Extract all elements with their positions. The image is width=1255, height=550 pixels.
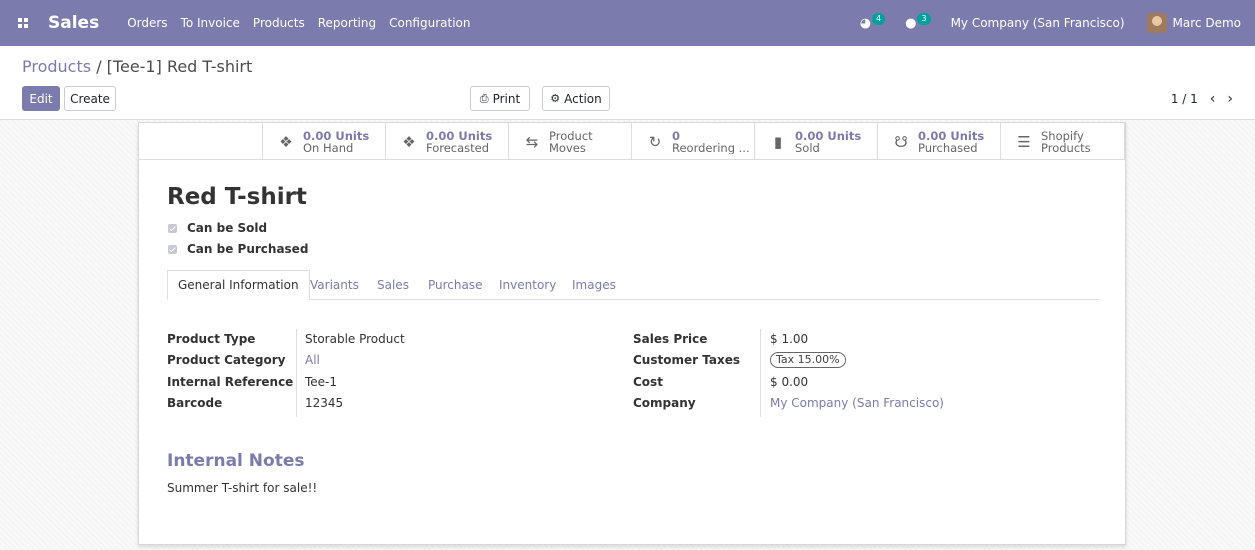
forecasted-value: 0.00 Units (426, 129, 493, 143)
pager-value[interactable]: 1 / 1 (1171, 92, 1198, 106)
activity-button[interactable]: ◕ 4 (859, 13, 886, 31)
tab-sales[interactable]: Sales (377, 270, 409, 300)
gear-icon: ⚙ (550, 92, 561, 105)
can-be-purchased-checkbox[interactable]: Can be Purchased (168, 242, 308, 256)
on-hand-label: On Hand (303, 140, 354, 154)
product-type-value[interactable]: Storable Product (305, 332, 405, 346)
can-be-sold-label: Can be Sold (187, 221, 268, 235)
smart-button-shopify-products[interactable]: ☰ Shopify Products (1000, 123, 1125, 160)
company-value[interactable]: My Company (San Francisco) (770, 396, 944, 410)
product-category-label: Product Category (167, 353, 286, 367)
user-name: Marc Demo (1172, 16, 1241, 30)
tab-inventory[interactable]: Inventory (499, 270, 556, 300)
breadcrumb-separator: / (96, 57, 102, 76)
forecasted-label: Forecasted (426, 140, 490, 154)
can-be-sold-checkbox[interactable]: Can be Sold (168, 221, 267, 235)
menu-orders[interactable]: Orders (127, 16, 167, 30)
smart-button-reordering[interactable]: ↻ 0 Reordering ... (631, 123, 754, 160)
customer-taxes-field[interactable]: Tax 15.00% (770, 352, 846, 368)
print-icon: ⎙ (479, 91, 489, 105)
sold-value: 0.00 Units (795, 129, 862, 143)
cart-icon: ☋ (894, 132, 908, 151)
product-type-label: Product Type (167, 332, 256, 346)
menu-products[interactable]: Products (253, 16, 305, 30)
apps-menu-icon[interactable] (0, 0, 46, 46)
breadcrumb: Products / [Tee-1] Red T-shirt (22, 57, 252, 76)
tab-images[interactable]: Images (572, 270, 616, 300)
tab-variants[interactable]: Variants (310, 270, 359, 300)
checkbox-checked-icon[interactable] (168, 244, 177, 254)
field-separator (760, 329, 761, 417)
menu-to-invoice[interactable]: To Invoice (181, 16, 240, 30)
list-icon: ☰ (1017, 132, 1031, 151)
internal-reference-value[interactable]: Tee-1 (305, 375, 337, 389)
chevron-right-icon[interactable]: › (1227, 91, 1233, 107)
field-separator (296, 329, 297, 417)
create-button[interactable]: Create (64, 86, 116, 111)
activity-badge: 4 (872, 13, 886, 25)
reordering-value: 0 (672, 129, 681, 143)
smart-button-on-hand[interactable]: ❖ 0.00 Units On Hand (262, 123, 385, 160)
purchased-label: Purchased (918, 140, 978, 154)
smart-button-sold[interactable]: ▮ 0.00 Units Sold (754, 123, 877, 160)
messages-button[interactable]: ● 3 (905, 13, 931, 31)
tab-general-information[interactable]: General Information (167, 270, 310, 300)
internal-notes-text[interactable]: Summer T-shirt for sale!! (167, 481, 317, 495)
pager: 1 / 1 ‹ › (1171, 91, 1233, 107)
cubes-icon: ❖ (402, 132, 416, 151)
internal-notes-title: Internal Notes (167, 451, 305, 471)
edit-button[interactable]: Edit (22, 86, 60, 111)
shopify-value: Shopify (1041, 129, 1084, 143)
sales-price-label: Sales Price (633, 332, 708, 346)
clock-icon: ◕ (859, 15, 872, 31)
moves-label: Moves (549, 140, 586, 154)
form-sheet: ❖ 0.00 Units On Hand ❖ 0.00 Units Forecast… (138, 122, 1126, 545)
exchange-icon: ⇆ (525, 132, 539, 151)
smart-button-product-moves[interactable]: ⇆ Product Moves (508, 123, 631, 160)
moves-value: Product (549, 129, 593, 143)
action-button[interactable]: ⚙ Action (542, 86, 610, 111)
print-button[interactable]: ⎙ Print (470, 86, 530, 111)
breadcrumb-products[interactable]: Products (22, 57, 91, 76)
breadcrumb-current: [Tee-1] Red T-shirt (106, 57, 253, 76)
checkbox-checked-icon[interactable] (168, 223, 177, 233)
chat-icon: ● (905, 15, 917, 31)
smart-buttons-bar: ❖ 0.00 Units On Hand ❖ 0.00 Units Forecast… (139, 123, 1125, 160)
can-be-purchased-label: Can be Purchased (187, 242, 309, 256)
product-category-value[interactable]: All (305, 353, 320, 367)
barcode-value[interactable]: 12345 (305, 396, 343, 410)
customer-taxes-label: Customer Taxes (633, 353, 740, 367)
refresh-icon: ↻ (648, 132, 662, 151)
top-navbar: Sales Orders To Invoice Products Reporti… (0, 0, 1255, 46)
messages-badge: 3 (917, 13, 931, 25)
tax-tag[interactable]: Tax 15.00% (770, 352, 846, 368)
cost-value[interactable]: $ 0.00 (770, 375, 808, 389)
company-switcher[interactable]: My Company (San Francisco) (951, 16, 1125, 30)
purchased-value: 0.00 Units (918, 129, 985, 143)
shopify-label: Products (1041, 140, 1091, 154)
print-label: Print (492, 91, 521, 106)
avatar (1146, 13, 1167, 33)
reordering-label: Reordering ... (672, 140, 750, 154)
chevron-left-icon[interactable]: ‹ (1210, 91, 1216, 107)
sold-label: Sold (795, 140, 820, 154)
cost-label: Cost (633, 375, 663, 389)
barcode-label: Barcode (167, 396, 223, 410)
cubes-icon: ❖ (279, 132, 293, 151)
internal-reference-label: Internal Reference (167, 375, 294, 389)
product-name: Red T-shirt (167, 184, 307, 210)
menu-configuration[interactable]: Configuration (389, 16, 470, 30)
smart-button-forecasted[interactable]: ❖ 0.00 Units Forecasted (385, 123, 508, 160)
app-name[interactable]: Sales (48, 13, 99, 33)
user-menu[interactable]: Marc Demo (1146, 13, 1241, 33)
notebook-tabs: General Information Variants Sales Purch… (167, 270, 1099, 300)
menu-reporting[interactable]: Reporting (318, 16, 376, 30)
sales-price-value[interactable]: $ 1.00 (770, 332, 808, 346)
tab-purchase[interactable]: Purchase (428, 270, 483, 300)
action-label: Action (564, 91, 602, 106)
on-hand-value: 0.00 Units (303, 129, 370, 143)
signal-icon: ▮ (773, 132, 783, 151)
smart-button-purchased[interactable]: ☋ 0.00 Units Purchased (877, 123, 1000, 160)
company-label: Company (633, 396, 696, 410)
